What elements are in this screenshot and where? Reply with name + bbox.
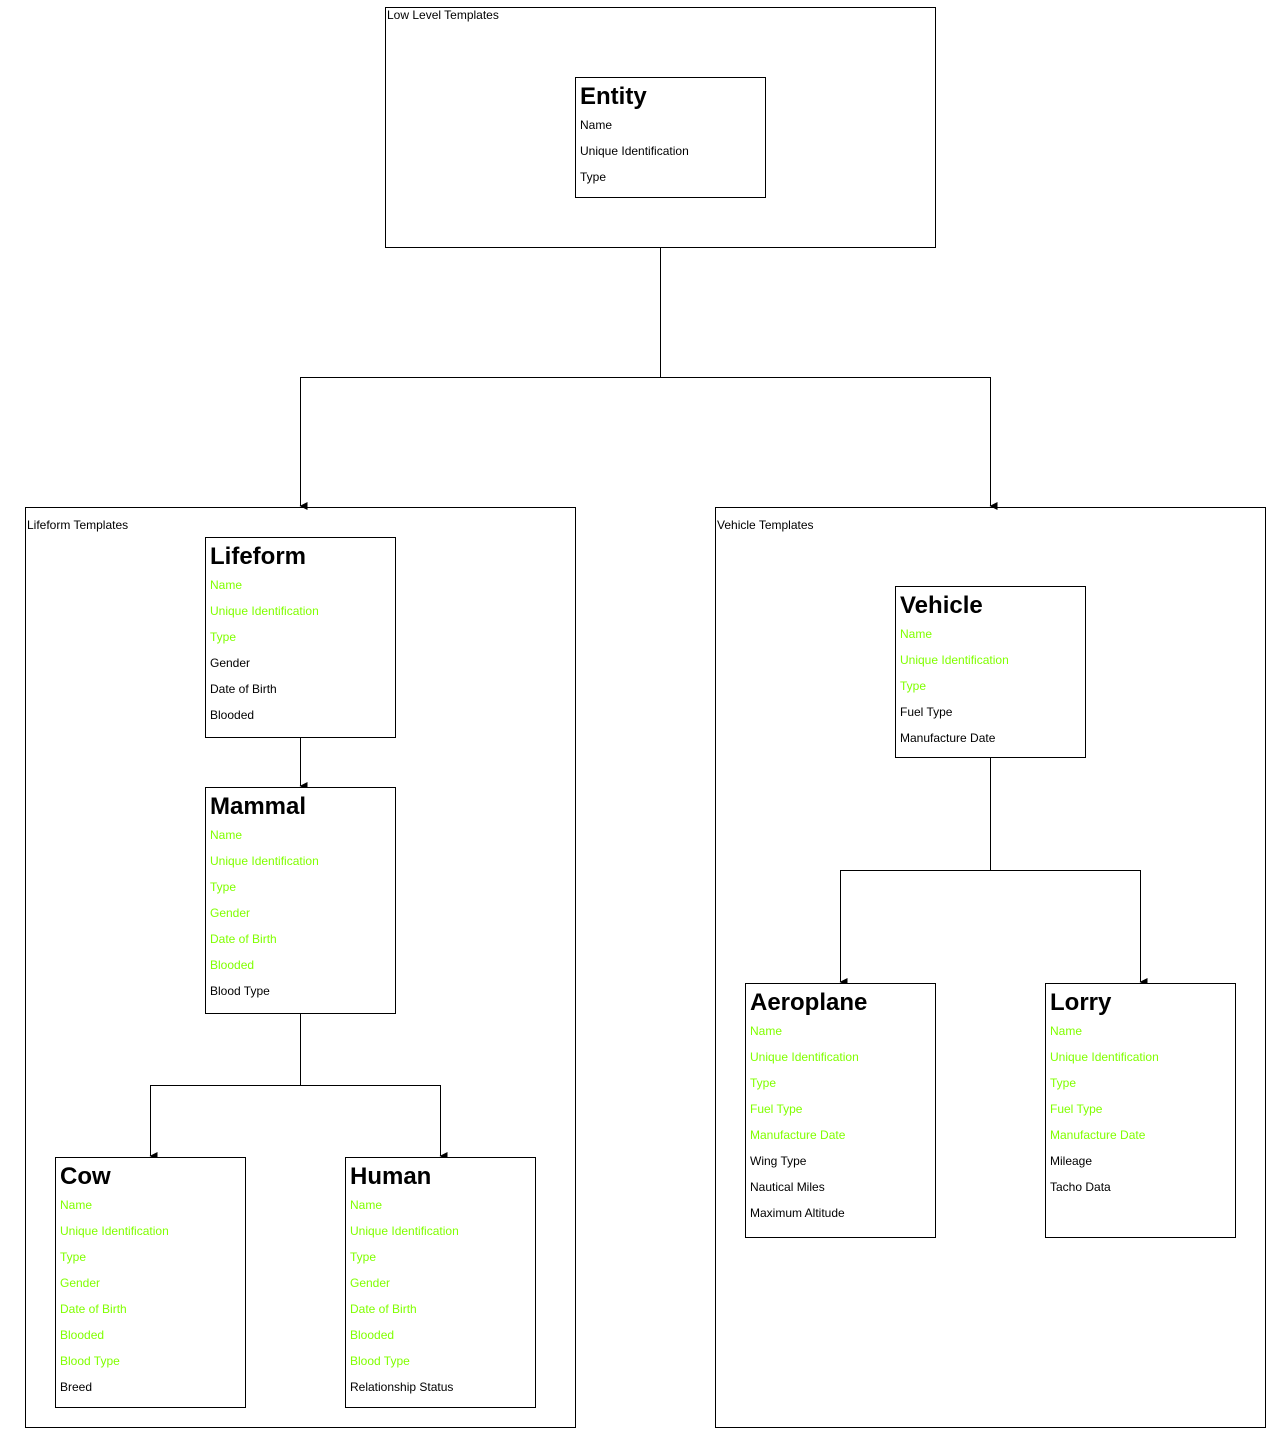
card-title: Lorry — [1050, 989, 1112, 1016]
field-name: Name — [210, 578, 243, 592]
card-title: Human — [350, 1163, 432, 1190]
field-blooded: Blooded — [60, 1328, 105, 1342]
field-name: Name — [350, 1198, 383, 1212]
field-blood-type: Blood Type — [60, 1354, 120, 1368]
field-unique-identification: Unique Identification — [60, 1224, 169, 1238]
field-manufacture-date: Manufacture Date — [900, 731, 996, 745]
card-human[interactable]: Human Name Unique Identification Type Gender… — [345, 1157, 536, 1408]
group-label: Vehicle Templates — [717, 518, 814, 532]
field-name: Name — [580, 118, 613, 132]
field-wing-type: Wing Type — [750, 1154, 807, 1168]
field-date-of-birth: Date of Birth — [210, 682, 277, 696]
field-fuel-type: Fuel Type — [750, 1102, 803, 1116]
card-lorry[interactable]: Lorry Name Unique Identification Type Fuel T… — [1045, 983, 1236, 1238]
field-name: Name — [60, 1198, 93, 1212]
field-nautical-miles: Nautical Miles — [750, 1180, 825, 1194]
field-type: Type — [350, 1250, 377, 1264]
field-unique-identification: Unique Identification — [350, 1224, 459, 1238]
field-maximum-altitude: Maximum Altitude — [750, 1206, 845, 1220]
field-blooded: Blooded — [210, 708, 255, 722]
field-gender: Gender — [350, 1276, 391, 1290]
field-blooded: Blooded — [210, 958, 255, 972]
card-vehicle[interactable]: Vehicle Name Unique Identification Type Fuel… — [895, 586, 1086, 758]
field-type: Type — [580, 170, 607, 184]
group-label: Lifeform Templates — [27, 518, 129, 532]
field-type: Type — [210, 630, 237, 644]
group-label: Low Level Templates — [387, 8, 499, 22]
field-type: Type — [210, 880, 237, 894]
field-blood-type: Blood Type — [210, 984, 270, 998]
card-title: Cow — [60, 1163, 111, 1190]
field-blood-type: Blood Type — [350, 1354, 410, 1368]
field-fuel-type: Fuel Type — [1050, 1102, 1103, 1116]
field-unique-identification: Unique Identification — [750, 1050, 859, 1064]
card-aeroplane[interactable]: Aeroplane Name Unique Identification Type Fu… — [745, 983, 936, 1238]
field-name: Name — [1050, 1024, 1083, 1038]
field-gender: Gender — [210, 656, 251, 670]
field-breed: Breed — [60, 1380, 93, 1394]
field-gender: Gender — [210, 906, 251, 920]
field-tacho-data: Tacho Data — [1050, 1180, 1111, 1194]
card-lifeform[interactable]: Lifeform Name Unique Identification Type Gen… — [205, 537, 396, 738]
field-date-of-birth: Date of Birth — [350, 1302, 417, 1316]
field-unique-identification: Unique Identification — [210, 854, 319, 868]
field-gender: Gender — [60, 1276, 101, 1290]
field-relationship-status: Relationship Status — [350, 1380, 454, 1394]
field-type: Type — [60, 1250, 87, 1264]
field-date-of-birth: Date of Birth — [60, 1302, 127, 1316]
card-cow[interactable]: Cow Name Unique Identification Type Gender Da… — [55, 1157, 246, 1408]
field-manufacture-date: Manufacture Date — [1050, 1128, 1146, 1142]
card-entity[interactable]: Entity Name Unique Identification Type — [575, 77, 766, 198]
field-name: Name — [750, 1024, 783, 1038]
card-title: Lifeform — [210, 543, 306, 570]
field-date-of-birth: Date of Birth — [210, 932, 277, 946]
field-name: Name — [900, 627, 933, 641]
field-unique-identification: Unique Identification — [580, 144, 689, 158]
field-blooded: Blooded — [350, 1328, 395, 1342]
field-type: Type — [1050, 1076, 1077, 1090]
card-title: Aeroplane — [750, 989, 868, 1016]
edge-entity-lifeform — [299, 248, 661, 510]
edge-entity-vehicle — [660, 377, 998, 510]
field-manufacture-date: Manufacture Date — [750, 1128, 846, 1142]
field-type: Type — [750, 1076, 777, 1090]
field-unique-identification: Unique Identification — [210, 604, 319, 618]
field-name: Name — [210, 828, 243, 842]
field-fuel-type: Fuel Type — [900, 705, 953, 719]
card-title: Entity — [580, 83, 647, 110]
field-unique-identification: Unique Identification — [900, 653, 1009, 667]
field-type: Type — [900, 679, 927, 693]
card-title: Mammal — [210, 793, 307, 820]
field-mileage: Mileage — [1050, 1154, 1093, 1168]
field-unique-identification: Unique Identification — [1050, 1050, 1159, 1064]
card-title: Vehicle — [900, 592, 983, 619]
card-mammal[interactable]: Mammal Name Unique Identification Type Gende… — [205, 787, 396, 1014]
